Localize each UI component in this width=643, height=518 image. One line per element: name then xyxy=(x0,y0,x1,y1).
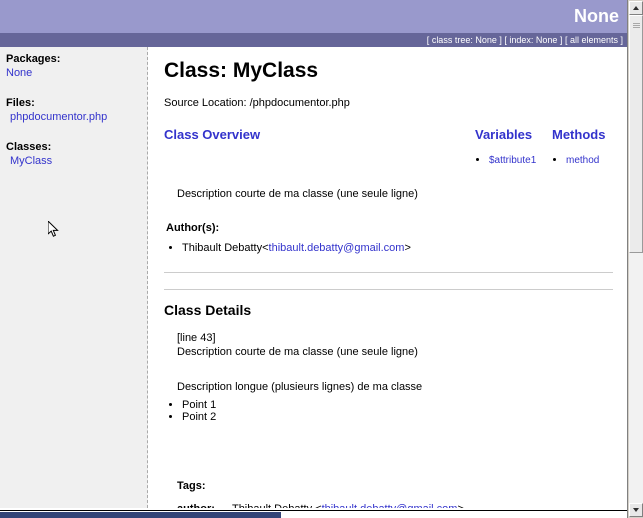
tag-key-author: author: xyxy=(177,503,232,508)
variables-heading: Variables xyxy=(475,127,533,142)
author-name: Thibault Debatty xyxy=(182,242,263,254)
horizontal-scrollbar[interactable] xyxy=(0,510,627,518)
sidebar-section-packages: Packages: None xyxy=(6,53,147,80)
sidebar-heading-files: Files: xyxy=(6,97,35,109)
scroll-down-arrow-icon[interactable] xyxy=(629,503,643,517)
class-details-heading: Class Details xyxy=(164,302,252,318)
method-link-method[interactable]: method xyxy=(566,155,599,166)
section-divider-2 xyxy=(164,289,613,290)
vertical-scrollbar-thumb[interactable] xyxy=(629,15,643,253)
nav-link-all-elements[interactable]: all elements xyxy=(570,35,618,45)
page-banner-title: None xyxy=(574,6,619,26)
sidebar-section-files: Files: phpdocumentor.php xyxy=(6,97,147,124)
source-location: Source Location: /phpdocumentor.php xyxy=(164,97,350,109)
tags-table: author: Thibault Debatty <thibault.debat… xyxy=(177,503,464,508)
page-body: Packages: None Files: phpdocumentor.php … xyxy=(0,47,627,508)
variable-link-attribute1[interactable]: $attribute1 xyxy=(489,155,536,166)
list-item: method xyxy=(566,154,622,166)
scrollbar-grip-icon xyxy=(633,23,640,28)
list-item: Point 2 xyxy=(182,411,613,423)
class-details-line-number: [line 43] xyxy=(177,332,216,344)
methods-heading: Methods xyxy=(552,127,606,142)
tag-value-author: Thibault Debatty <thibault.debatty@gmail… xyxy=(232,503,464,508)
variables-column: Variables $attribute1 xyxy=(475,127,545,166)
authors-list: Thibault Debatty<thibault.debatty@gmail.… xyxy=(164,242,613,254)
class-short-description: Description courte de ma classe (une seu… xyxy=(177,188,418,200)
list-item: Point 1 xyxy=(182,399,613,411)
content-inner: Class: MyClass Source Location: /phpdocu… xyxy=(149,47,627,508)
nav-link-class-tree[interactable]: class tree: None xyxy=(432,35,497,45)
sidebar-heading-classes: Classes: xyxy=(6,141,52,153)
sidebar-item-package-none[interactable]: None xyxy=(6,67,147,80)
section-divider-1 xyxy=(164,272,613,273)
author-bracket-close: > xyxy=(404,242,411,254)
tag-author-email-link[interactable]: thibault.debatty@gmail.com xyxy=(322,503,458,508)
variables-list: $attribute1 xyxy=(475,154,545,166)
doc-navigation-bar: [ class tree: None ] [ index: None ] [ a… xyxy=(0,33,627,47)
methods-column: Methods method xyxy=(552,127,622,166)
class-details-points-list: Point 1 Point 2 xyxy=(164,399,613,423)
horizontal-scrollbar-thumb[interactable] xyxy=(0,512,281,518)
sidebar-item-file-phpdocumentor[interactable]: phpdocumentor.php xyxy=(10,111,147,124)
page-title: Class: MyClass xyxy=(164,59,319,82)
nav-links-group: [ class tree: None ] [ index: None ] [ a… xyxy=(427,33,627,47)
sidebar-item-class-myclass[interactable]: MyClass xyxy=(10,155,147,168)
sidebar-section-classes: Classes: MyClass xyxy=(6,141,147,168)
authors-heading: Author(s): xyxy=(166,222,220,234)
tags-heading: Tags: xyxy=(177,480,206,492)
class-details-block: [line 43] Description courte de ma class… xyxy=(177,331,613,359)
methods-list: method xyxy=(552,154,622,166)
scroll-up-arrow-icon[interactable] xyxy=(629,1,643,15)
main-content: Class: MyClass Source Location: /phpdocu… xyxy=(149,47,627,508)
sidebar-heading-packages: Packages: xyxy=(6,53,61,65)
nav-bracket-close-2: ] xyxy=(557,35,565,45)
class-overview-row: Class Overview Variables $attribute1 Met… xyxy=(164,127,613,175)
list-item: Thibault Debatty<thibault.debatty@gmail.… xyxy=(182,242,613,254)
list-item: $attribute1 xyxy=(489,154,545,166)
sidebar: Packages: None Files: phpdocumentor.php … xyxy=(0,47,148,508)
nav-link-index[interactable]: index: None xyxy=(509,35,557,45)
class-details-short-description: Description courte de ma classe (une seu… xyxy=(177,346,418,358)
class-details-long-description: Description longue (plusieurs lignes) de… xyxy=(177,381,423,393)
table-row: author: Thibault Debatty <thibault.debat… xyxy=(177,503,464,508)
author-email-link[interactable]: thibault.debatty@gmail.com xyxy=(269,242,405,254)
tag-author-prefix: Thibault Debatty < xyxy=(232,503,322,508)
app-banner: None xyxy=(0,0,627,33)
tag-author-suffix: > xyxy=(457,503,463,508)
class-overview-heading: Class Overview xyxy=(164,127,261,142)
nav-bracket-close-3: ] xyxy=(617,35,623,45)
vertical-scrollbar[interactable] xyxy=(627,0,643,518)
